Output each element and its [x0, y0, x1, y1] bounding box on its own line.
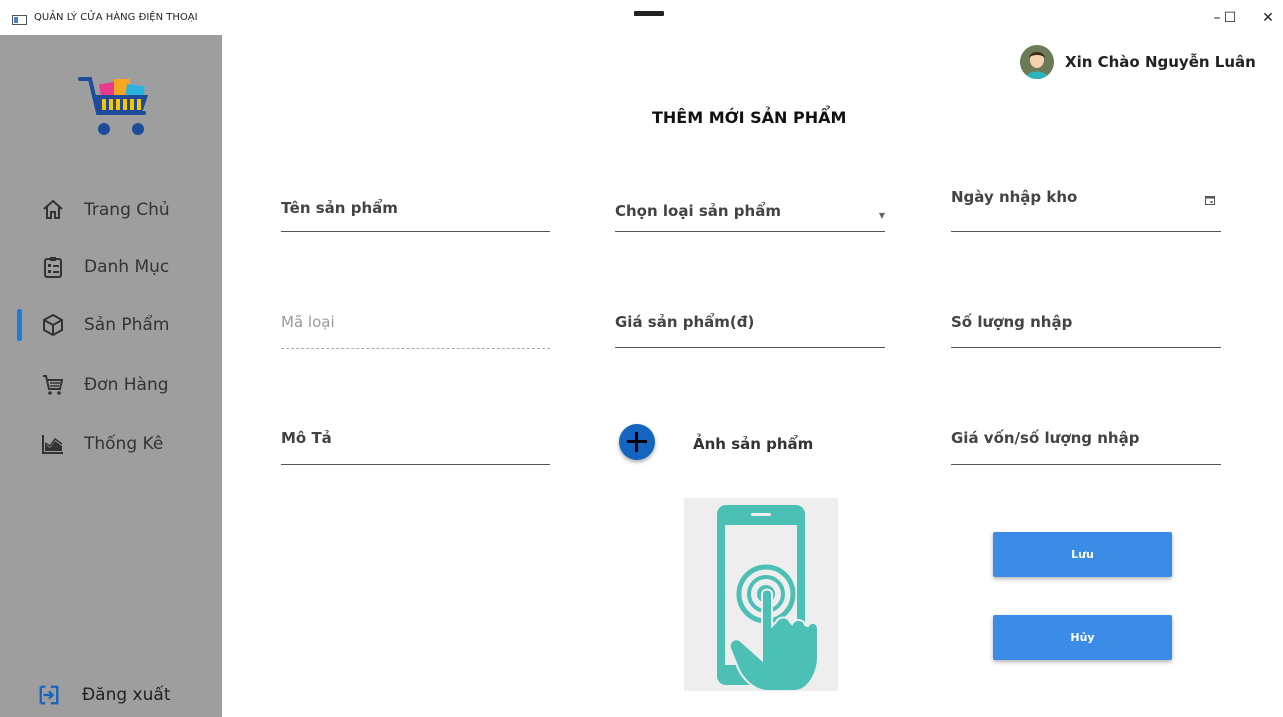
- chevron-down-icon: ▼: [878, 211, 885, 220]
- price-field[interactable]: Giá sản phẩm(đ): [615, 307, 885, 348]
- sidebar-item-san-pham[interactable]: Sản Phẩm: [0, 305, 222, 345]
- sidebar-item-label: Thống Kê: [84, 434, 164, 454]
- maximize-button[interactable]: ☐: [1215, 8, 1245, 28]
- product-image: [684, 498, 838, 692]
- sidebar-item-trang-chu[interactable]: Trang Chủ: [0, 190, 222, 230]
- sidebar-item-label: Sản Phẩm: [84, 315, 170, 335]
- calendar-icon[interactable]: [1205, 195, 1215, 205]
- user-name: Xin Chào Nguyễn Luân: [1065, 53, 1256, 71]
- image-label: Ảnh sản phẩm: [693, 435, 814, 453]
- product-name-field[interactable]: Tên sản phẩm: [281, 191, 550, 232]
- add-image-button[interactable]: [619, 424, 655, 460]
- chart-area-icon: [42, 435, 63, 454]
- description-field[interactable]: Mô Tả: [281, 424, 550, 465]
- user-greeting[interactable]: Xin Chào Nguyễn Luân: [1020, 45, 1256, 79]
- active-indicator: [17, 309, 22, 341]
- sidebar-item-label: Đơn Hàng: [84, 375, 169, 395]
- sidebar-item-don-hang[interactable]: Đơn Hàng: [0, 365, 222, 405]
- category-placeholder: Chọn loại sản phẩm: [615, 202, 781, 220]
- description-placeholder: Mô Tả: [281, 429, 332, 447]
- sidebar: Trang Chủ Danh Mục Sản Phẩm Đơn Hàng Thố…: [0, 35, 222, 717]
- product-name-placeholder: Tên sản phẩm: [281, 199, 398, 217]
- cancel-button[interactable]: Hủy: [993, 615, 1172, 660]
- close-button[interactable]: ✕: [1253, 8, 1283, 28]
- clipboard-list-icon: [44, 257, 62, 278]
- sidebar-item-label: Trang Chủ: [84, 200, 170, 220]
- cart-icon: [43, 375, 64, 395]
- sidebar-item-thong-ke[interactable]: Thống Kê: [0, 424, 222, 464]
- window-title: QUẢN LÝ CỬA HÀNG ĐIỆN THOẠI: [34, 12, 198, 23]
- shopping-cart-logo-icon: [78, 77, 148, 135]
- logout-label: Đăng xuất: [82, 685, 171, 705]
- avatar: [1020, 45, 1054, 79]
- window-titlebar: QUẢN LÝ CỬA HÀNG ĐIỆN THOẠI – ☐ ✕: [0, 0, 1283, 35]
- category-select[interactable]: Chọn loại sản phẩm ▼: [615, 191, 885, 232]
- category-code-placeholder: Mã loại: [281, 313, 335, 331]
- category-code-field: Mã loại: [281, 308, 550, 349]
- sidebar-item-danh-muc[interactable]: Danh Mục: [0, 247, 222, 287]
- save-button[interactable]: Lưu: [993, 532, 1172, 577]
- app-icon: [12, 15, 27, 25]
- import-date-placeholder: Ngày nhập kho: [951, 188, 1078, 206]
- home-icon: [43, 199, 63, 219]
- import-date-picker[interactable]: Ngày nhập kho: [951, 188, 1221, 232]
- sidebar-item-label: Danh Mục: [84, 257, 170, 277]
- price-placeholder: Giá sản phẩm(đ): [615, 313, 755, 331]
- cost-placeholder: Giá vốn/số lượng nhập: [951, 429, 1140, 447]
- logout-icon: [39, 685, 59, 705]
- quantity-field[interactable]: Số lượng nhập: [951, 307, 1221, 348]
- page-title: THÊM MỚI SẢN PHẨM: [652, 108, 847, 127]
- logout-button[interactable]: Đăng xuất: [0, 675, 222, 715]
- drag-handle[interactable]: [634, 11, 664, 16]
- touch-phone-icon: [717, 505, 819, 692]
- cube-icon: [43, 313, 63, 337]
- quantity-placeholder: Số lượng nhập: [951, 313, 1073, 331]
- cost-field[interactable]: Giá vốn/số lượng nhập: [951, 424, 1221, 465]
